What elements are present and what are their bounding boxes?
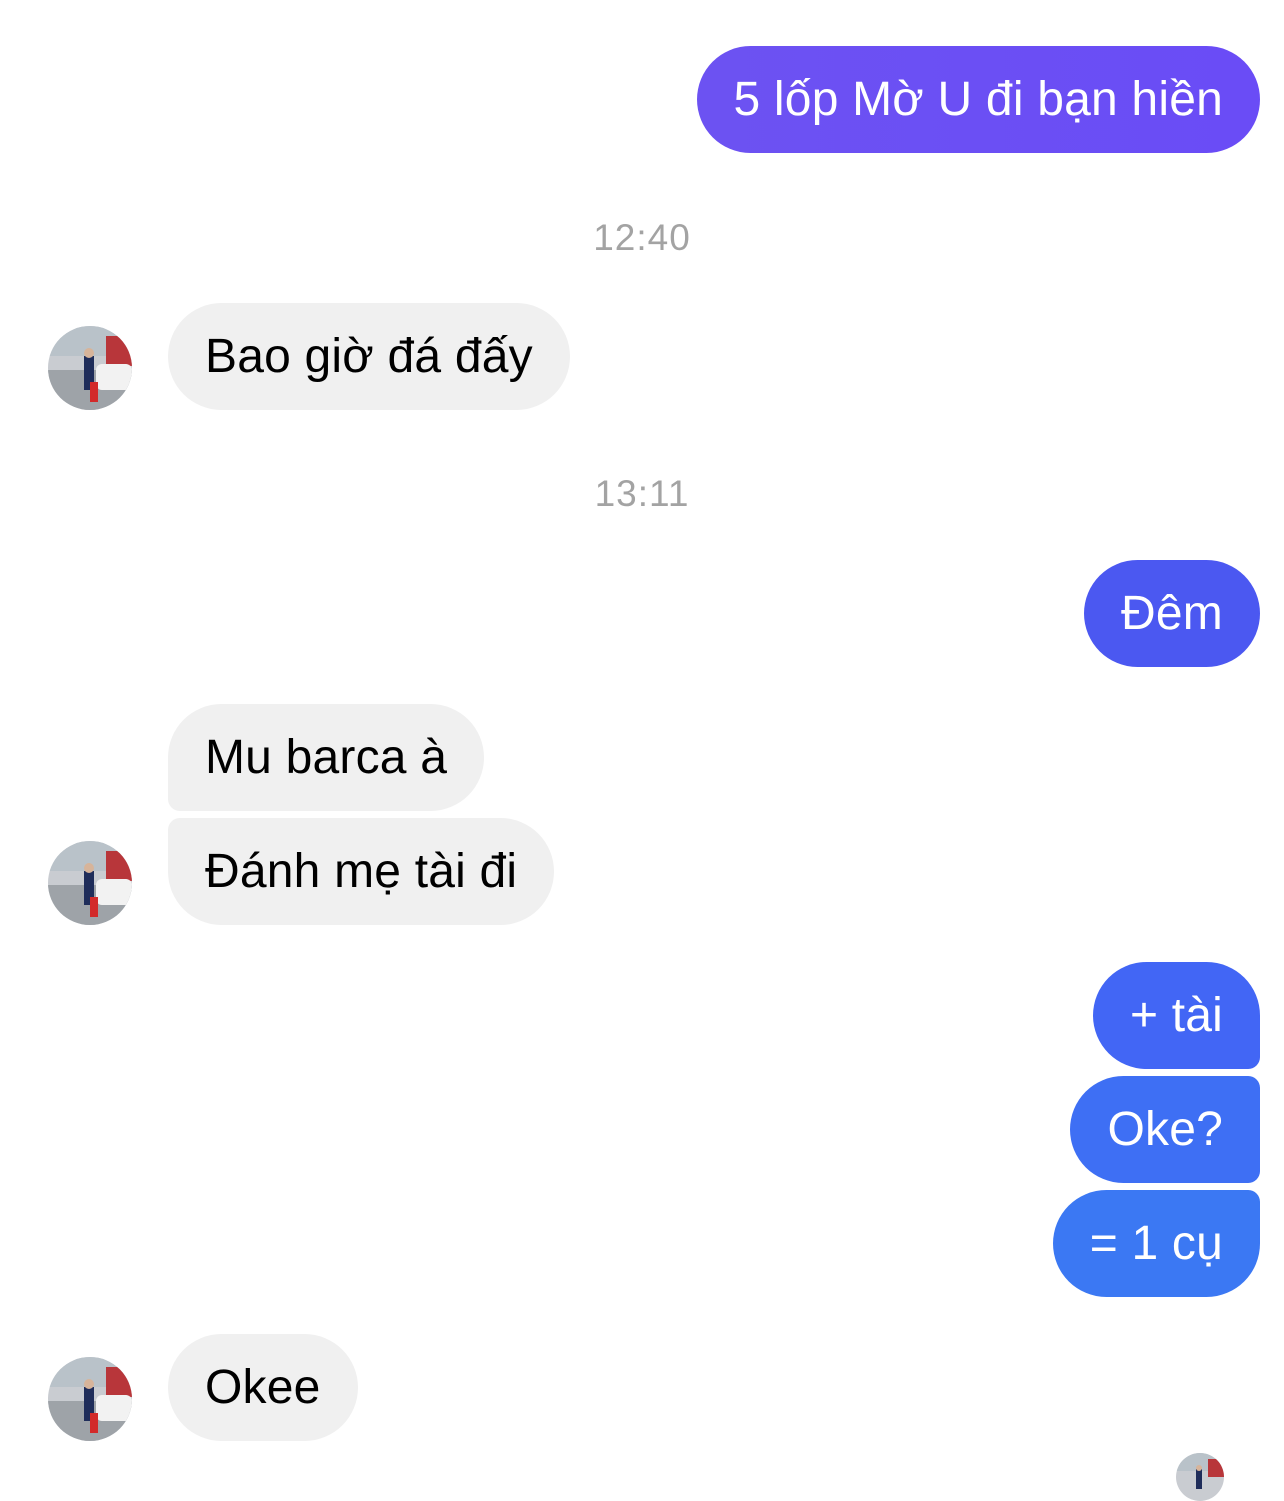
message-text: Đêm <box>1121 587 1223 640</box>
contact-avatar-icon[interactable] <box>48 1357 132 1441</box>
message-text: Oke? <box>1107 1103 1223 1156</box>
contact-avatar-icon[interactable] <box>48 326 132 410</box>
message-text: 5 lốp Mờ U đi bạn hiền <box>733 73 1223 126</box>
message-text: Mu barca à <box>205 731 448 784</box>
incoming-message[interactable]: Bao giờ đá đấy <box>168 303 570 410</box>
incoming-message[interactable]: Okee <box>168 1334 358 1441</box>
read-receipt-icon <box>1176 1453 1224 1501</box>
message-text: Okee <box>205 1361 321 1414</box>
outgoing-message[interactable]: Oke? <box>1070 1076 1260 1183</box>
message-text: + tài <box>1129 989 1223 1042</box>
outgoing-message[interactable]: Đêm <box>1084 560 1260 667</box>
outgoing-message[interactable]: 5 lốp Mờ U đi bạn hiền <box>696 46 1260 153</box>
incoming-message[interactable]: Mu barca à <box>168 704 485 811</box>
message-text: = 1 cụ <box>1089 1217 1223 1270</box>
message-text: Đánh mẹ tài đi <box>205 845 518 898</box>
contact-avatar-icon[interactable] <box>48 841 132 925</box>
timestamp: 13:11 <box>594 473 690 514</box>
message-text: Bao giờ đá đấy <box>205 330 533 383</box>
outgoing-message[interactable]: + tài <box>1092 962 1260 1069</box>
incoming-message[interactable]: Đánh mẹ tài đi <box>168 818 555 925</box>
timestamp: 12:40 <box>593 217 691 258</box>
outgoing-message[interactable]: = 1 cụ <box>1052 1190 1260 1297</box>
